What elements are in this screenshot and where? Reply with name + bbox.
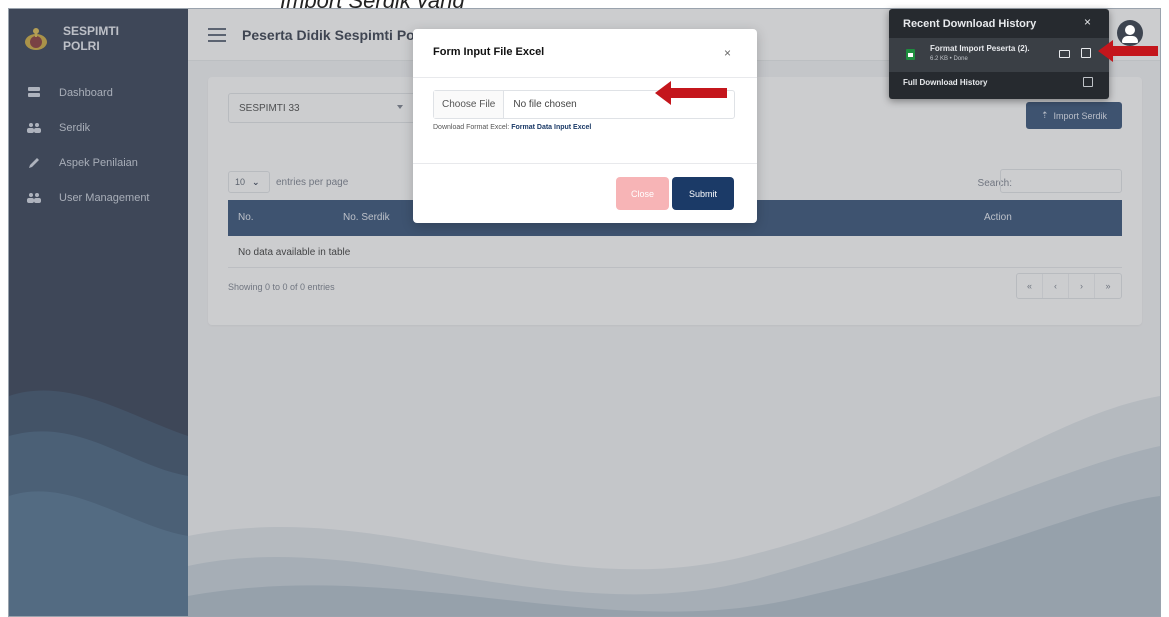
- modal-title: Form Input File Excel: [433, 46, 545, 58]
- open-external-icon[interactable]: [1083, 77, 1093, 87]
- download-file-meta: 6.2 KB • Done: [930, 56, 968, 62]
- open-external-icon[interactable]: [1081, 48, 1091, 58]
- download-history-title: Recent Download History: [903, 18, 1037, 30]
- folder-icon[interactable]: [1059, 50, 1070, 58]
- annotation-arrow-left-icon: [1098, 40, 1158, 62]
- choose-file-button[interactable]: Choose File: [434, 91, 505, 118]
- cropped-caption-strip: Import Serdik yang: [0, 0, 1169, 8]
- spreadsheet-file-icon: [906, 49, 915, 60]
- download-close-icon[interactable]: ×: [1084, 15, 1091, 29]
- format-download-link[interactable]: Format Data Input Excel: [511, 124, 591, 131]
- file-status: No file chosen: [513, 99, 577, 110]
- modal-divider: [413, 77, 757, 78]
- download-history-popup: Recent Download History × Format Import …: [889, 9, 1109, 99]
- download-format-hint: Download Format Excel: Format Data Input…: [433, 124, 591, 131]
- app-window: SESPIMTI POLRI Dashboard Serdik Aspek Pe…: [8, 8, 1161, 617]
- submit-button[interactable]: Submit: [672, 177, 734, 210]
- full-download-history-link[interactable]: Full Download History: [903, 78, 987, 87]
- cropped-caption: Import Serdik yang: [280, 0, 465, 8]
- modal-close-icon[interactable]: ×: [724, 46, 731, 60]
- annotation-arrow-left-icon: [655, 81, 727, 105]
- download-item[interactable]: Format Import Peserta (2). 6.2 KB • Done: [889, 38, 1109, 72]
- close-button[interactable]: Close: [616, 177, 669, 210]
- modal-divider: [413, 163, 757, 164]
- download-file-name: Format Import Peserta (2).: [930, 44, 1030, 53]
- hint-prefix: Download Format Excel:: [433, 124, 510, 131]
- input-file-modal: Form Input File Excel × Choose File No f…: [413, 29, 757, 223]
